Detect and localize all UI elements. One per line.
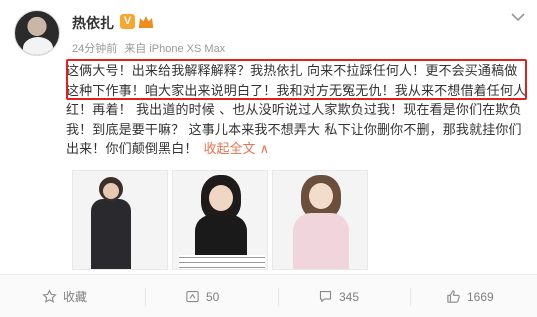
avatar[interactable] bbox=[14, 10, 60, 56]
photo-thumbnail[interactable] bbox=[172, 170, 268, 270]
favorite-label: 收藏 bbox=[63, 290, 88, 304]
like-button[interactable]: 1669 bbox=[446, 275, 494, 317]
star-icon bbox=[42, 289, 57, 303]
photo-thumbnail[interactable] bbox=[72, 170, 168, 270]
comment-count: 345 bbox=[339, 289, 360, 304]
post-content: 这俩大号！出来给我解释解释？我热依扎 向来不拉踩任何人！更不会买通稿做这种下作事… bbox=[66, 62, 528, 160]
repost-icon bbox=[186, 290, 199, 303]
collapse-label: 收起全文 bbox=[203, 142, 256, 157]
repost-count: 50 bbox=[206, 289, 220, 304]
post-meta: 24分钟前 来自 iPhone XS Max bbox=[72, 40, 229, 56]
like-count: 1669 bbox=[467, 289, 494, 304]
collapse-arrow-icon: ∧ bbox=[259, 142, 270, 157]
repost-button[interactable]: 50 bbox=[185, 275, 219, 317]
favorite-button[interactable]: 收藏 bbox=[42, 275, 87, 317]
weibo-post: 热依扎 V 24分钟前 来自 iPhone XS Max 这俩大号！出来给我解释… bbox=[0, 0, 537, 317]
divider bbox=[145, 288, 146, 306]
thumbs-up-icon bbox=[447, 290, 460, 303]
comment-button[interactable]: 345 bbox=[318, 275, 359, 317]
post-source: 来自 iPhone XS Max bbox=[124, 43, 226, 55]
comment-icon bbox=[319, 290, 332, 303]
action-bar: 收藏 50 345 1669 bbox=[0, 274, 537, 317]
post-text: 这俩大号！出来给我解释解释？我热依扎 向来不拉踩任何人！更不会买通稿做这种下作事… bbox=[66, 64, 527, 157]
divider bbox=[410, 288, 411, 306]
verified-badge: V bbox=[120, 14, 135, 29]
photo-thumbnail[interactable] bbox=[272, 170, 368, 270]
username[interactable]: 热依扎 bbox=[72, 13, 114, 33]
chevron-down-icon[interactable] bbox=[511, 12, 525, 22]
divider bbox=[278, 288, 279, 306]
collapse-link[interactable]: 收起全文 ∧ bbox=[204, 142, 270, 157]
post-time[interactable]: 24分钟前 bbox=[72, 43, 117, 55]
photo-grid bbox=[72, 170, 368, 270]
crown-icon bbox=[139, 16, 153, 28]
